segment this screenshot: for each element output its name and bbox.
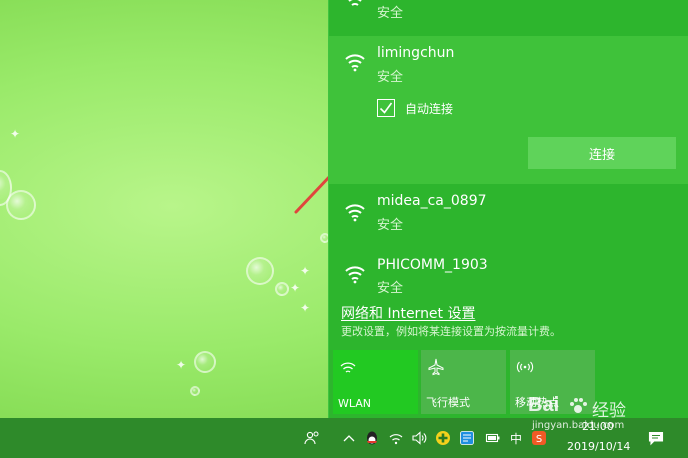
wifi-signal-icon bbox=[348, 0, 362, 6]
watermark-url: jingyan.baidu.com bbox=[532, 420, 625, 431]
browser-app-icon[interactable] bbox=[459, 430, 475, 446]
wlan-tile-label: WLAN bbox=[338, 397, 372, 410]
network-item[interactable]: 安全 bbox=[329, 0, 688, 36]
wifi-icon bbox=[340, 362, 356, 373]
network-flyout: 安全 limingchun 安全 自动连接 连接 midea_ca_0897 安… bbox=[328, 0, 688, 418]
auto-connect-label[interactable]: 自动连接 bbox=[405, 100, 453, 117]
hotspot-icon bbox=[516, 361, 534, 373]
network-status: 安全 bbox=[377, 6, 404, 21]
wifi-signal-icon bbox=[345, 266, 365, 284]
connect-button[interactable]: 连接 bbox=[528, 137, 676, 169]
security-app-icon[interactable] bbox=[435, 430, 451, 446]
svg-text:S: S bbox=[536, 434, 542, 445]
baidu-jingyan-watermark: Bai 经验 jingyan.baidu.com bbox=[528, 392, 668, 432]
wifi-tray-icon[interactable] bbox=[388, 430, 404, 446]
volume-icon[interactable] bbox=[411, 430, 427, 446]
paw-icon bbox=[570, 398, 587, 413]
network-name: limingchun bbox=[377, 45, 455, 61]
network-item-selected[interactable]: limingchun 安全 bbox=[329, 36, 688, 96]
network-settings-description: 更改设置，例如将某连接设置为按流量计费。 bbox=[341, 325, 561, 338]
network-status: 安全 bbox=[377, 281, 404, 296]
input-method-indicator[interactable]: 中 bbox=[510, 430, 522, 447]
airplane-icon bbox=[428, 358, 444, 376]
network-name: PHICOMM_1903 bbox=[377, 257, 488, 273]
wlan-tile[interactable]: WLAN bbox=[333, 350, 418, 414]
watermark-brand: Bai bbox=[528, 394, 560, 416]
network-settings-link[interactable]: 网络和 Internet 设置 bbox=[341, 303, 476, 323]
airplane-mode-tile[interactable]: 飞行模式 bbox=[421, 350, 506, 414]
watermark-suffix: 经验 bbox=[592, 401, 626, 421]
network-name: midea_ca_0897 bbox=[377, 193, 487, 209]
network-item[interactable]: midea_ca_0897 安全 bbox=[329, 186, 688, 244]
auto-connect-checkbox[interactable] bbox=[377, 99, 395, 117]
action-center-icon[interactable] bbox=[648, 430, 664, 446]
battery-icon[interactable] bbox=[485, 430, 501, 446]
network-status: 安全 bbox=[377, 70, 404, 85]
people-icon[interactable] bbox=[304, 430, 320, 446]
clock-date[interactable]: 2019/10/14 bbox=[567, 440, 630, 453]
chevron-up-icon[interactable] bbox=[341, 430, 357, 446]
wifi-signal-icon bbox=[345, 54, 365, 72]
network-item[interactable]: PHICOMM_1903 安全 bbox=[329, 250, 688, 298]
sogou-ime-icon[interactable]: S bbox=[531, 430, 547, 446]
qq-icon[interactable] bbox=[364, 430, 380, 446]
network-status: 安全 bbox=[377, 218, 404, 233]
airplane-mode-label: 飞行模式 bbox=[426, 396, 470, 409]
checkmark-icon bbox=[379, 102, 393, 114]
wifi-signal-icon bbox=[345, 204, 365, 222]
